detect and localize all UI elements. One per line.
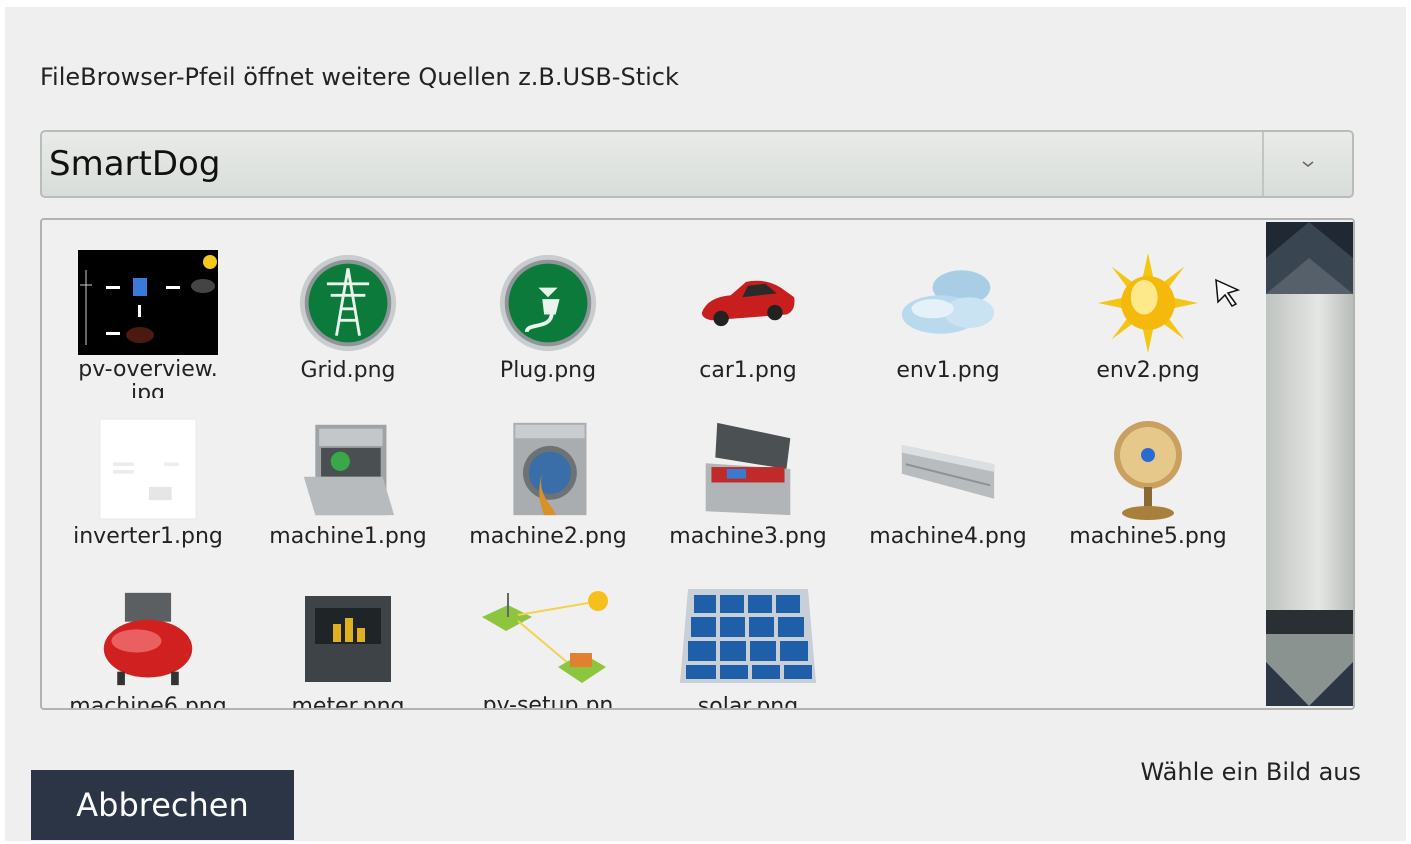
- file-tile[interactable]: machine1.png: [248, 416, 448, 576]
- file-tile[interactable]: env2.png: [1048, 250, 1248, 410]
- file-name: Plug.png: [499, 358, 597, 383]
- file-name: machine4.png: [869, 524, 1027, 549]
- file-name: machine2.png: [469, 524, 627, 549]
- grid-pylon-icon: [298, 250, 398, 355]
- pv-overview-thumbnail: [78, 250, 218, 355]
- file-tile[interactable]: machine2.png: [448, 416, 648, 576]
- source-dropdown[interactable]: SmartDog: [40, 130, 1354, 198]
- air-conditioner-icon: [898, 416, 998, 521]
- file-tile[interactable]: pv-setup.png: [448, 586, 648, 710]
- file-tile[interactable]: machine5.png: [1048, 416, 1248, 576]
- pv-setup-icon: [478, 586, 618, 691]
- file-tile[interactable]: machine6.png: [48, 586, 248, 710]
- scroll-up-icon: [1266, 222, 1353, 294]
- file-name: car1.png: [699, 358, 797, 383]
- dropdown-arrow-button[interactable]: [1262, 132, 1352, 196]
- solar-panel-icon: [678, 586, 818, 691]
- meter-display-icon: [298, 586, 398, 691]
- file-name: machine5.png: [1069, 524, 1227, 549]
- sun-icon: [1098, 250, 1198, 355]
- file-tile[interactable]: meter.png: [248, 586, 448, 710]
- source-dropdown-value: SmartDog: [49, 144, 221, 184]
- file-name: inverter1.png: [73, 524, 223, 549]
- file-name: env2.png: [1096, 358, 1200, 383]
- inverter-icon: [98, 416, 198, 521]
- file-tile[interactable]: env1.png: [848, 250, 1048, 410]
- file-name: pv-setup.png: [482, 694, 614, 710]
- file-tile[interactable]: Plug.png: [448, 250, 648, 410]
- fan-icon: [1098, 416, 1198, 521]
- scroll-down-button[interactable]: [1266, 610, 1353, 706]
- file-tile[interactable]: inverter1.png: [48, 416, 248, 576]
- file-tile[interactable]: solar.png: [648, 586, 848, 710]
- scroll-up-button[interactable]: [1266, 222, 1353, 294]
- chevron-down-icon: [1302, 161, 1314, 167]
- file-name: solar.png: [697, 694, 799, 710]
- file-name: env1.png: [896, 358, 1000, 383]
- compressor-icon: [98, 586, 198, 691]
- file-name: machine1.png: [269, 524, 427, 549]
- scrollbar-thumb[interactable]: [1266, 294, 1353, 610]
- file-name: Grid.png: [300, 358, 396, 383]
- status-message: Wähle ein Bild aus: [1140, 758, 1361, 786]
- file-tile[interactable]: machine3.png: [648, 416, 848, 576]
- mouse-cursor-icon: [1215, 278, 1241, 307]
- file-tile[interactable]: car1.png: [648, 250, 848, 410]
- dishwasher-icon: [298, 416, 398, 521]
- file-tile[interactable]: Grid.png: [248, 250, 448, 410]
- plug-icon: [498, 250, 598, 355]
- scroll-down-icon: [1266, 610, 1353, 706]
- source-hint: FileBrowser-Pfeil öffnet weitere Quellen…: [40, 63, 679, 91]
- cloud-icon: [898, 250, 998, 355]
- vertical-scrollbar[interactable]: [1266, 222, 1353, 706]
- washing-machine-icon: [498, 416, 598, 521]
- cancel-button[interactable]: Abbrechen: [31, 770, 294, 840]
- freezer-chest-icon: [698, 416, 798, 521]
- file-tile[interactable]: pv-overview.jpg: [48, 250, 248, 410]
- file-name: machine6.png: [69, 694, 227, 710]
- file-grid[interactable]: pv-overview.jpg Grid.png Plug.png car1.p…: [40, 218, 1355, 710]
- file-name: meter.png: [291, 694, 405, 710]
- file-name: pv-overview.jpg: [78, 358, 218, 398]
- file-name: machine3.png: [669, 524, 827, 549]
- car-icon: [698, 250, 798, 355]
- file-tile[interactable]: machine4.png: [848, 416, 1048, 576]
